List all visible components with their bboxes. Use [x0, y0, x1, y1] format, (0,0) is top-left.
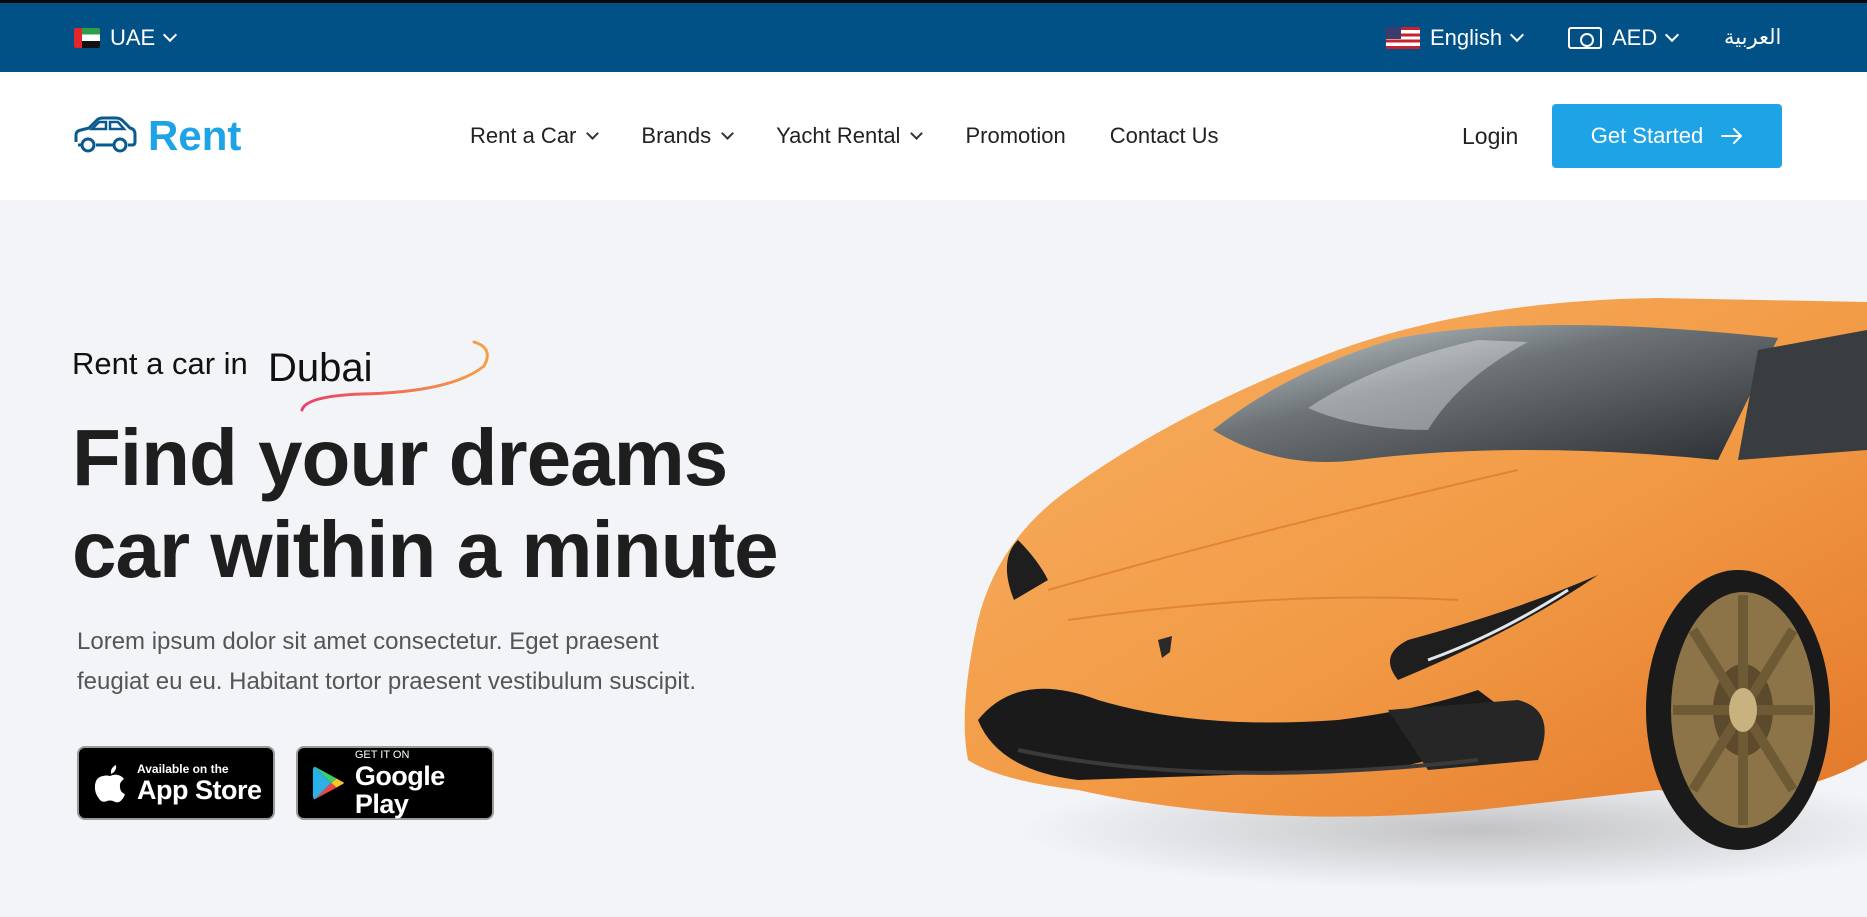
chevron-down-icon [1665, 27, 1680, 42]
app-store-small-text: Available on the [137, 762, 229, 776]
chevron-down-icon [163, 27, 178, 42]
car-logo-icon [74, 116, 137, 153]
nav-label: Yacht Rental [776, 123, 901, 148]
login-link[interactable]: Login [1462, 72, 1518, 200]
language-selector[interactable]: English [1386, 3, 1525, 72]
nav-rent-a-car[interactable]: Rent a Car [470, 123, 600, 149]
hero-car-image [964, 298, 1867, 890]
headline-line: Find your dreams [72, 413, 728, 502]
language-label: English [1430, 24, 1503, 50]
headline-line: car within a minute [72, 505, 779, 594]
hero-headline: Find your dreams car within a minute [72, 412, 832, 596]
nav-promotion[interactable]: Promotion [965, 123, 1065, 149]
currency-label: AED [1612, 24, 1658, 50]
main-nav: Rent a Car Brands Yacht Rental Promotion… [470, 72, 1219, 200]
description-line: Lorem ipsum dolor sit amet consectetur. … [77, 628, 659, 655]
logo[interactable]: Rent [72, 72, 241, 200]
nav-brands[interactable]: Brands [641, 123, 734, 149]
hero-description: Lorem ipsum dolor sit amet consectetur. … [77, 622, 797, 702]
region-selector[interactable]: UAE [74, 3, 178, 72]
google-play-small-text: GET IT ON [354, 749, 410, 761]
nav-label: Promotion [965, 123, 1066, 148]
nav-contact-us[interactable]: Contact Us [1110, 123, 1219, 149]
us-flag-icon [1386, 26, 1420, 49]
get-started-button[interactable]: Get Started [1552, 104, 1782, 168]
arabic-language-link[interactable]: العربية [1724, 3, 1781, 72]
nav-yacht-rental[interactable]: Yacht Rental [776, 123, 924, 149]
hero-eyebrow: Rent a car in Dubai [72, 336, 489, 416]
description-line: feugiat eu eu. Habitant tortor praesent … [77, 668, 697, 695]
cash-icon [1568, 26, 1602, 49]
app-store-button[interactable]: Available on the App Store [77, 746, 275, 820]
chevron-down-icon [1510, 27, 1525, 42]
chevron-down-icon [586, 126, 600, 140]
nav-label: Contact Us [1109, 123, 1219, 148]
eyebrow-prefix: Rent a car in [72, 346, 248, 381]
get-started-label: Get Started [1590, 123, 1704, 148]
nav-label: Brands [641, 123, 712, 148]
logo-text: Rent [148, 112, 242, 159]
chevron-down-icon [910, 126, 924, 140]
apple-icon [94, 765, 125, 803]
currency-selector[interactable]: AED [1568, 3, 1680, 72]
chevron-down-icon [721, 126, 734, 140]
arrow-right-icon [1721, 128, 1743, 144]
eyebrow-city: Dubai [268, 346, 373, 390]
region-label: UAE [110, 24, 156, 50]
app-store-big-text: App Store [137, 775, 262, 805]
nav-label: Rent a Car [470, 123, 577, 148]
google-play-icon [312, 766, 344, 800]
google-play-big-text: Google Play [354, 761, 446, 819]
uae-flag-icon [74, 27, 100, 48]
google-play-button[interactable]: GET IT ON Google Play [296, 746, 494, 820]
main-header: Rent Rent a Car Brands Yacht Rental Prom… [0, 72, 1867, 200]
top-utility-bar: UAE English AED العربية [0, 0, 1867, 72]
